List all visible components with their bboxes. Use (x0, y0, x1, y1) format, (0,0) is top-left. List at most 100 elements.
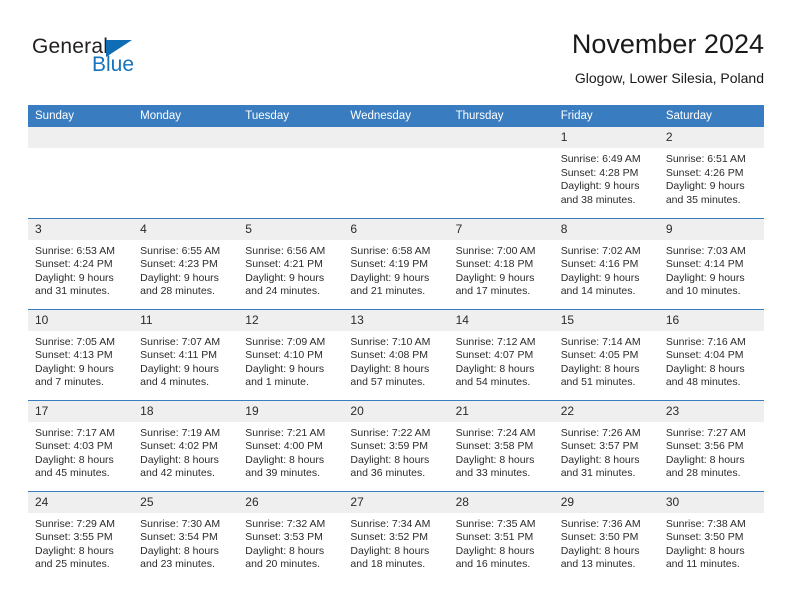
day-cell[interactable]: 13 Sunrise: 7:10 AM Sunset: 4:08 PM Dayl… (343, 308, 449, 400)
daylight-text-line2: and 16 minutes. (455, 558, 531, 570)
week-row: 17 Sunrise: 7:17 AM Sunset: 4:03 PM Dayl… (28, 399, 764, 491)
daylight-text-line2: and 57 minutes. (350, 376, 426, 388)
day-number: 4 (133, 218, 239, 240)
day-details: Sunrise: 6:51 AM Sunset: 4:26 PM Dayligh… (659, 148, 764, 207)
sunset-text: Sunset: 3:59 PM (350, 440, 429, 452)
day-cell[interactable] (238, 127, 344, 218)
day-details: Sunrise: 7:02 AM Sunset: 4:16 PM Dayligh… (554, 240, 659, 299)
daylight-text-line1: Daylight: 9 hours (35, 362, 114, 375)
day-number: 14 (448, 309, 554, 331)
day-cell[interactable]: 25 Sunrise: 7:30 AM Sunset: 3:54 PM Dayl… (133, 490, 239, 582)
sunrise-text: Sunrise: 7:29 AM (35, 517, 115, 530)
daylight-text-line2: and 39 minutes. (245, 467, 320, 479)
week-row: 24 Sunrise: 7:29 AM Sunset: 3:55 PM Dayl… (28, 490, 764, 582)
day-cell[interactable]: 12 Sunrise: 7:09 AM Sunset: 4:10 PM Dayl… (238, 308, 344, 400)
day-number: 2 (658, 127, 764, 148)
day-cell[interactable]: 29 Sunrise: 7:36 AM Sunset: 3:50 PM Dayl… (553, 490, 659, 582)
week-row: 3 Sunrise: 6:53 AM Sunset: 4:24 PM Dayli… (28, 217, 764, 309)
day-number (448, 127, 554, 148)
sunset-text: Sunset: 3:51 PM (455, 531, 534, 543)
week-row: 10 Sunrise: 7:05 AM Sunset: 4:13 PM Dayl… (28, 308, 764, 400)
logo-text-blue: Blue (92, 53, 135, 76)
daylight-text-line2: and 14 minutes. (560, 285, 636, 297)
daylight-text-line2: and 36 minutes. (350, 467, 426, 479)
day-cell[interactable]: 19 Sunrise: 7:21 AM Sunset: 4:00 PM Dayl… (238, 399, 344, 491)
daylight-text-line2: and 11 minutes. (665, 558, 740, 570)
calendar-head: Sunday Monday Tuesday Wednesday Thursday… (28, 105, 764, 127)
calendar-body: 1 Sunrise: 6:49 AM Sunset: 4:28 PM Dayli… (28, 127, 764, 582)
day-number: 24 (28, 491, 134, 513)
title-block: November 2024 Glogow, Lower Silesia, Pol… (572, 28, 764, 87)
day-cell[interactable]: 26 Sunrise: 7:32 AM Sunset: 3:53 PM Dayl… (238, 490, 344, 582)
day-number: 5 (238, 218, 344, 240)
day-cell[interactable]: 17 Sunrise: 7:17 AM Sunset: 4:03 PM Dayl… (28, 399, 134, 491)
day-cell[interactable]: 28 Sunrise: 7:35 AM Sunset: 3:51 PM Dayl… (448, 490, 554, 582)
day-cell[interactable]: 15 Sunrise: 7:14 AM Sunset: 4:05 PM Dayl… (553, 308, 659, 400)
day-details: Sunrise: 7:09 AM Sunset: 4:10 PM Dayligh… (238, 331, 343, 390)
sunset-text: Sunset: 3:56 PM (665, 440, 744, 452)
day-cell[interactable]: 2 Sunrise: 6:51 AM Sunset: 4:26 PM Dayli… (658, 127, 764, 218)
daylight-text-line2: and 7 minutes. (35, 376, 104, 388)
sunrise-text: Sunrise: 7:12 AM (455, 335, 536, 348)
day-cell[interactable]: 9 Sunrise: 7:03 AM Sunset: 4:14 PM Dayli… (658, 217, 764, 309)
weekday-header-row: Sunday Monday Tuesday Wednesday Thursday… (28, 105, 764, 127)
day-number: 20 (343, 400, 449, 422)
sunset-text: Sunset: 4:26 PM (665, 166, 744, 179)
day-cell[interactable]: 23 Sunrise: 7:27 AM Sunset: 3:56 PM Dayl… (658, 399, 764, 491)
sunset-text: Sunset: 4:23 PM (140, 258, 218, 270)
daylight-text-line1: Daylight: 8 hours (140, 453, 219, 466)
day-cell[interactable]: 20 Sunrise: 7:22 AM Sunset: 3:59 PM Dayl… (343, 399, 449, 491)
day-cell[interactable]: 21 Sunrise: 7:24 AM Sunset: 3:58 PM Dayl… (448, 399, 554, 491)
day-cell[interactable] (28, 127, 134, 218)
sunset-text: Sunset: 3:54 PM (140, 531, 218, 543)
day-cell[interactable]: 4 Sunrise: 6:55 AM Sunset: 4:23 PM Dayli… (133, 217, 239, 309)
day-cell[interactable]: 18 Sunrise: 7:19 AM Sunset: 4:02 PM Dayl… (133, 399, 239, 491)
day-cell[interactable]: 1 Sunrise: 6:49 AM Sunset: 4:28 PM Dayli… (553, 127, 659, 218)
day-cell[interactable]: 14 Sunrise: 7:12 AM Sunset: 4:07 PM Dayl… (448, 308, 554, 400)
day-cell[interactable]: 7 Sunrise: 7:00 AM Sunset: 4:18 PM Dayli… (448, 217, 554, 309)
day-cell[interactable]: 3 Sunrise: 6:53 AM Sunset: 4:24 PM Dayli… (28, 217, 134, 309)
day-cell[interactable]: 6 Sunrise: 6:58 AM Sunset: 4:19 PM Dayli… (343, 217, 449, 309)
day-cell[interactable]: 27 Sunrise: 7:34 AM Sunset: 3:52 PM Dayl… (343, 490, 449, 582)
day-cell[interactable]: 11 Sunrise: 7:07 AM Sunset: 4:11 PM Dayl… (133, 308, 239, 400)
day-cell[interactable] (448, 127, 554, 218)
sunset-text: Sunset: 4:21 PM (245, 258, 323, 270)
day-cell[interactable]: 16 Sunrise: 7:16 AM Sunset: 4:04 PM Dayl… (658, 308, 764, 400)
sunset-text: Sunset: 4:10 PM (245, 349, 323, 361)
day-cell[interactable]: 24 Sunrise: 7:29 AM Sunset: 3:55 PM Dayl… (28, 490, 134, 582)
daylight-text-line1: Daylight: 8 hours (245, 453, 325, 466)
day-number: 17 (28, 400, 134, 422)
weekday-header-thursday: Thursday (448, 105, 554, 127)
day-number: 15 (553, 309, 659, 331)
sunset-text: Sunset: 4:18 PM (455, 258, 534, 270)
daylight-text-line1: Daylight: 9 hours (245, 271, 325, 284)
day-details: Sunrise: 7:07 AM Sunset: 4:11 PM Dayligh… (133, 331, 238, 390)
day-cell[interactable]: 30 Sunrise: 7:38 AM Sunset: 3:50 PM Dayl… (658, 490, 764, 582)
sunset-text: Sunset: 4:13 PM (35, 349, 113, 361)
day-number: 27 (343, 491, 449, 513)
daylight-text-line2: and 17 minutes. (455, 285, 531, 297)
day-cell[interactable]: 5 Sunrise: 6:56 AM Sunset: 4:21 PM Dayli… (238, 217, 344, 309)
day-details: Sunrise: 7:19 AM Sunset: 4:02 PM Dayligh… (133, 422, 238, 481)
weekday-header-friday: Friday (553, 105, 659, 127)
daylight-text-line1: Daylight: 8 hours (350, 544, 430, 557)
day-number: 6 (343, 218, 449, 240)
day-details: Sunrise: 7:16 AM Sunset: 4:04 PM Dayligh… (659, 331, 764, 390)
daylight-text-line2: and 1 minute. (245, 376, 309, 388)
sunset-text: Sunset: 4:14 PM (665, 258, 744, 270)
sunset-text: Sunset: 3:52 PM (350, 531, 429, 543)
day-cell[interactable]: 8 Sunrise: 7:02 AM Sunset: 4:16 PM Dayli… (553, 217, 659, 309)
daylight-text-line1: Daylight: 9 hours (665, 180, 745, 192)
day-cell[interactable]: 10 Sunrise: 7:05 AM Sunset: 4:13 PM Dayl… (28, 308, 134, 400)
day-cell[interactable] (133, 127, 239, 218)
sunset-text: Sunset: 4:08 PM (350, 349, 429, 361)
sunset-text: Sunset: 3:58 PM (455, 440, 534, 452)
day-cell[interactable] (343, 127, 449, 218)
sunset-text: Sunset: 4:00 PM (245, 440, 323, 452)
day-number: 1 (553, 127, 659, 148)
day-number: 30 (658, 491, 764, 513)
daylight-text-line2: and 31 minutes. (560, 467, 636, 479)
day-details: Sunrise: 7:21 AM Sunset: 4:00 PM Dayligh… (238, 422, 343, 481)
sunset-text: Sunset: 3:57 PM (560, 440, 639, 452)
day-cell[interactable]: 22 Sunrise: 7:26 AM Sunset: 3:57 PM Dayl… (553, 399, 659, 491)
